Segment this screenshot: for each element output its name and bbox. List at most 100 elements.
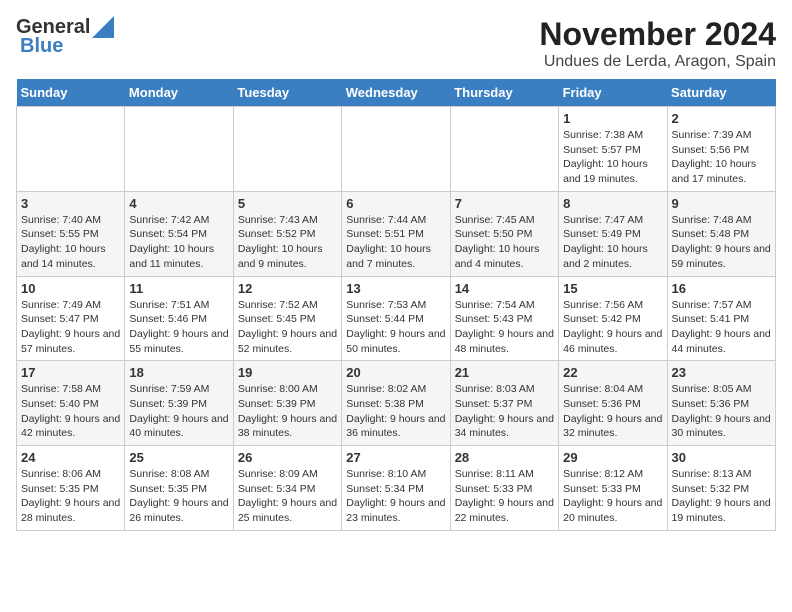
calendar-cell [342, 107, 450, 192]
calendar-cell: 14 Sunrise: 7:54 AM Sunset: 5:43 PM Dayli… [450, 276, 558, 361]
day-info: Sunrise: 8:03 AM Sunset: 5:37 PM Dayligh… [455, 382, 554, 441]
day-number: 10 [21, 281, 120, 296]
day-info: Sunrise: 7:49 AM Sunset: 5:47 PM Dayligh… [21, 298, 120, 357]
calendar-cell: 13 Sunrise: 7:53 AM Sunset: 5:44 PM Dayli… [342, 276, 450, 361]
day-number: 27 [346, 450, 445, 465]
day-info: Sunrise: 7:53 AM Sunset: 5:44 PM Dayligh… [346, 298, 445, 357]
day-info: Sunrise: 7:38 AM Sunset: 5:57 PM Dayligh… [563, 128, 662, 187]
calendar-cell: 2 Sunrise: 7:39 AM Sunset: 5:56 PM Daylig… [667, 107, 775, 192]
day-info: Sunrise: 7:39 AM Sunset: 5:56 PM Dayligh… [672, 128, 771, 187]
logo-icon [92, 16, 114, 38]
day-number: 12 [238, 281, 337, 296]
day-info: Sunrise: 8:06 AM Sunset: 5:35 PM Dayligh… [21, 467, 120, 526]
day-info: Sunrise: 8:11 AM Sunset: 5:33 PM Dayligh… [455, 467, 554, 526]
calendar-cell: 29 Sunrise: 8:12 AM Sunset: 5:33 PM Dayli… [559, 446, 667, 531]
day-info: Sunrise: 7:54 AM Sunset: 5:43 PM Dayligh… [455, 298, 554, 357]
day-info: Sunrise: 7:56 AM Sunset: 5:42 PM Dayligh… [563, 298, 662, 357]
calendar-cell: 17 Sunrise: 7:58 AM Sunset: 5:40 PM Dayli… [17, 361, 125, 446]
calendar-week-0: 1Sunrise: 7:38 AM Sunset: 5:57 PM Daylig… [17, 107, 776, 192]
day-info: Sunrise: 7:47 AM Sunset: 5:49 PM Dayligh… [563, 213, 662, 272]
day-info: Sunrise: 7:48 AM Sunset: 5:48 PM Dayligh… [672, 213, 771, 272]
calendar-cell: 25Sunrise: 8:08 AM Sunset: 5:35 PM Dayli… [125, 446, 233, 531]
day-number: 26 [238, 450, 337, 465]
day-number: 23 [672, 365, 771, 380]
day-number: 7 [455, 196, 554, 211]
day-number: 2 [672, 111, 771, 126]
day-info: Sunrise: 7:51 AM Sunset: 5:46 PM Dayligh… [129, 298, 228, 357]
calendar-header: SundayMondayTuesdayWednesdayThursdayFrid… [17, 79, 776, 107]
calendar-table: SundayMondayTuesdayWednesdayThursdayFrid… [16, 79, 776, 531]
day-info: Sunrise: 7:40 AM Sunset: 5:55 PM Dayligh… [21, 213, 120, 272]
day-info: Sunrise: 8:05 AM Sunset: 5:36 PM Dayligh… [672, 382, 771, 441]
weekday-header-sunday: Sunday [17, 79, 125, 107]
calendar-body: 1Sunrise: 7:38 AM Sunset: 5:57 PM Daylig… [17, 107, 776, 531]
calendar-cell: 24 Sunrise: 8:06 AM Sunset: 5:35 PM Dayli… [17, 446, 125, 531]
calendar-cell: 27 Sunrise: 8:10 AM Sunset: 5:34 PM Dayli… [342, 446, 450, 531]
calendar-cell: 6Sunrise: 7:44 AM Sunset: 5:51 PM Daylig… [342, 191, 450, 276]
day-number: 11 [129, 281, 228, 296]
calendar-cell [233, 107, 341, 192]
day-number: 22 [563, 365, 662, 380]
calendar-cell: 19Sunrise: 8:00 AM Sunset: 5:39 PM Dayli… [233, 361, 341, 446]
calendar-cell: 30Sunrise: 8:13 AM Sunset: 5:32 PM Dayli… [667, 446, 775, 531]
calendar-cell: 12Sunrise: 7:52 AM Sunset: 5:45 PM Dayli… [233, 276, 341, 361]
calendar-cell: 4Sunrise: 7:42 AM Sunset: 5:54 PM Daylig… [125, 191, 233, 276]
calendar-cell: 23 Sunrise: 8:05 AM Sunset: 5:36 PM Dayli… [667, 361, 775, 446]
day-number: 15 [563, 281, 662, 296]
calendar-cell: 26Sunrise: 8:09 AM Sunset: 5:34 PM Dayli… [233, 446, 341, 531]
day-number: 6 [346, 196, 445, 211]
day-number: 18 [129, 365, 228, 380]
calendar-cell: 3 Sunrise: 7:40 AM Sunset: 5:55 PM Daylig… [17, 191, 125, 276]
title-block: November 2024 Undues de Lerda, Aragon, S… [539, 16, 776, 71]
calendar-cell: 8 Sunrise: 7:47 AM Sunset: 5:49 PM Daylig… [559, 191, 667, 276]
day-number: 9 [672, 196, 771, 211]
page-header: General Blue November 2024 Undues de Ler… [16, 16, 776, 71]
day-info: Sunrise: 7:43 AM Sunset: 5:52 PM Dayligh… [238, 213, 337, 272]
calendar-week-2: 10 Sunrise: 7:49 AM Sunset: 5:47 PM Dayli… [17, 276, 776, 361]
day-number: 29 [563, 450, 662, 465]
day-number: 21 [455, 365, 554, 380]
calendar-cell: 10 Sunrise: 7:49 AM Sunset: 5:47 PM Dayli… [17, 276, 125, 361]
calendar-cell [17, 107, 125, 192]
calendar-cell: 7 Sunrise: 7:45 AM Sunset: 5:50 PM Daylig… [450, 191, 558, 276]
day-info: Sunrise: 8:08 AM Sunset: 5:35 PM Dayligh… [129, 467, 228, 526]
calendar-cell: 21 Sunrise: 8:03 AM Sunset: 5:37 PM Dayli… [450, 361, 558, 446]
calendar-cell: 5 Sunrise: 7:43 AM Sunset: 5:52 PM Daylig… [233, 191, 341, 276]
day-number: 4 [129, 196, 228, 211]
day-number: 19 [238, 365, 337, 380]
calendar-week-3: 17 Sunrise: 7:58 AM Sunset: 5:40 PM Dayli… [17, 361, 776, 446]
calendar-cell: 15 Sunrise: 7:56 AM Sunset: 5:42 PM Dayli… [559, 276, 667, 361]
calendar-cell: 18 Sunrise: 7:59 AM Sunset: 5:39 PM Dayli… [125, 361, 233, 446]
day-info: Sunrise: 7:58 AM Sunset: 5:40 PM Dayligh… [21, 382, 120, 441]
logo-blue: Blue [20, 35, 63, 58]
day-info: Sunrise: 8:02 AM Sunset: 5:38 PM Dayligh… [346, 382, 445, 441]
calendar-cell: 20 Sunrise: 8:02 AM Sunset: 5:38 PM Dayli… [342, 361, 450, 446]
day-info: Sunrise: 7:45 AM Sunset: 5:50 PM Dayligh… [455, 213, 554, 272]
day-number: 24 [21, 450, 120, 465]
day-number: 3 [21, 196, 120, 211]
calendar-cell: 16Sunrise: 7:57 AM Sunset: 5:41 PM Dayli… [667, 276, 775, 361]
day-number: 16 [672, 281, 771, 296]
calendar-cell: 9 Sunrise: 7:48 AM Sunset: 5:48 PM Daylig… [667, 191, 775, 276]
day-number: 17 [21, 365, 120, 380]
weekday-header-wednesday: Wednesday [342, 79, 450, 107]
day-number: 13 [346, 281, 445, 296]
day-info: Sunrise: 8:04 AM Sunset: 5:36 PM Dayligh… [563, 382, 662, 441]
calendar-cell [125, 107, 233, 192]
day-number: 20 [346, 365, 445, 380]
calendar-week-1: 3 Sunrise: 7:40 AM Sunset: 5:55 PM Daylig… [17, 191, 776, 276]
day-number: 5 [238, 196, 337, 211]
day-info: Sunrise: 8:12 AM Sunset: 5:33 PM Dayligh… [563, 467, 662, 526]
calendar-cell: 11 Sunrise: 7:51 AM Sunset: 5:46 PM Dayli… [125, 276, 233, 361]
calendar-week-4: 24 Sunrise: 8:06 AM Sunset: 5:35 PM Dayli… [17, 446, 776, 531]
day-number: 28 [455, 450, 554, 465]
day-number: 30 [672, 450, 771, 465]
page-subtitle: Undues de Lerda, Aragon, Spain [539, 53, 776, 71]
day-info: Sunrise: 7:59 AM Sunset: 5:39 PM Dayligh… [129, 382, 228, 441]
calendar-cell: 22 Sunrise: 8:04 AM Sunset: 5:36 PM Dayli… [559, 361, 667, 446]
calendar-cell: 28 Sunrise: 8:11 AM Sunset: 5:33 PM Dayli… [450, 446, 558, 531]
day-number: 14 [455, 281, 554, 296]
day-info: Sunrise: 8:10 AM Sunset: 5:34 PM Dayligh… [346, 467, 445, 526]
weekday-header-tuesday: Tuesday [233, 79, 341, 107]
day-number: 8 [563, 196, 662, 211]
